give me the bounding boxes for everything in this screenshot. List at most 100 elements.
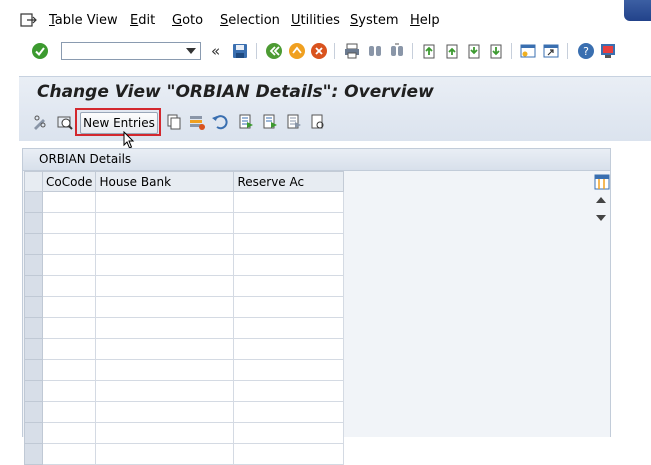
copy-as-icon[interactable] — [165, 113, 183, 131]
row-selector[interactable] — [24, 212, 43, 234]
next-page-icon[interactable] — [465, 42, 483, 60]
reserve-ac-cell[interactable] — [233, 317, 345, 339]
cocode-cell[interactable] — [41, 422, 97, 444]
column-header-reserve-ac[interactable]: Reserve Ac — [233, 171, 345, 192]
select-all-rows-cell[interactable] — [24, 171, 43, 192]
cocode-cell[interactable] — [41, 191, 97, 213]
last-page-icon[interactable] — [487, 42, 505, 60]
first-page-icon[interactable] — [420, 42, 438, 60]
cocode-cell[interactable] — [41, 275, 97, 297]
previous-page-icon[interactable] — [443, 42, 461, 60]
cocode-cell[interactable] — [41, 212, 97, 234]
deselect-all-icon[interactable] — [285, 113, 303, 131]
menu-table-view-label: able View — [54, 13, 118, 28]
row-selector[interactable] — [24, 317, 43, 339]
row-selector[interactable] — [24, 401, 43, 423]
cocode-cell[interactable] — [41, 233, 97, 255]
row-selector[interactable] — [24, 443, 43, 465]
cancel-icon[interactable] — [310, 42, 328, 60]
column-header-cocode[interactable]: CoCode — [41, 171, 97, 192]
row-selector[interactable] — [24, 380, 43, 402]
house-bank-cell[interactable] — [95, 296, 235, 318]
reserve-ac-cell[interactable] — [233, 191, 345, 213]
cocode-cell[interactable] — [41, 254, 97, 276]
find-icon[interactable] — [366, 42, 384, 60]
row-selector[interactable] — [24, 296, 43, 318]
reserve-ac-cell[interactable] — [233, 401, 345, 423]
collapse-toolbar-button[interactable]: « — [211, 42, 220, 60]
column-header-house-bank[interactable]: House Bank — [95, 171, 235, 192]
reserve-ac-cell[interactable] — [233, 212, 345, 234]
chevron-down-icon[interactable] — [186, 47, 196, 55]
menu-edit[interactable]: Edit — [130, 13, 155, 28]
row-selector[interactable] — [24, 254, 43, 276]
table-settings-icon[interactable] — [594, 174, 610, 190]
undo-change-icon[interactable] — [211, 113, 229, 131]
save-icon[interactable] — [231, 42, 249, 60]
house-bank-cell[interactable] — [95, 317, 235, 339]
row-selector[interactable] — [24, 338, 43, 360]
row-selector[interactable] — [24, 191, 43, 213]
reserve-ac-cell[interactable] — [233, 443, 345, 465]
back-icon[interactable] — [265, 42, 283, 60]
display-change-icon[interactable] — [31, 113, 49, 131]
house-bank-cell[interactable] — [95, 212, 235, 234]
house-bank-cell[interactable] — [95, 275, 235, 297]
table-row — [24, 275, 345, 297]
select-block-icon[interactable] — [261, 113, 279, 131]
cocode-cell[interactable] — [41, 317, 97, 339]
cocode-cell[interactable] — [41, 359, 97, 381]
menu-selection[interactable]: Selection — [220, 13, 280, 28]
house-bank-cell[interactable] — [95, 380, 235, 402]
reserve-ac-cell[interactable] — [233, 338, 345, 360]
reserve-ac-cell[interactable] — [233, 275, 345, 297]
reserve-ac-cell[interactable] — [233, 380, 345, 402]
cocode-cell[interactable] — [41, 401, 97, 423]
new-entries-button[interactable]: New Entries — [80, 112, 158, 134]
menu-goto[interactable]: Goto — [172, 13, 203, 28]
cocode-cell[interactable] — [41, 296, 97, 318]
row-selector[interactable] — [24, 422, 43, 444]
select-all-icon[interactable] — [237, 113, 255, 131]
row-selector[interactable] — [24, 233, 43, 255]
new-session-icon[interactable] — [519, 42, 537, 60]
exit-icon[interactable] — [288, 42, 306, 60]
house-bank-cell[interactable] — [95, 422, 235, 444]
delete-icon[interactable] — [188, 113, 206, 131]
menu-help[interactable]: Help — [410, 13, 440, 28]
display-icon[interactable] — [56, 113, 74, 131]
house-bank-cell[interactable] — [95, 401, 235, 423]
reserve-ac-cell[interactable] — [233, 254, 345, 276]
scroll-up-icon[interactable] — [596, 196, 606, 203]
house-bank-cell[interactable] — [95, 443, 235, 465]
row-selector[interactable] — [24, 359, 43, 381]
menu-utilities[interactable]: Utilities — [291, 13, 340, 28]
reserve-ac-cell[interactable] — [233, 296, 345, 318]
window-control[interactable] — [624, 0, 651, 21]
print-icon[interactable] — [343, 42, 361, 60]
cocode-cell[interactable] — [41, 380, 97, 402]
house-bank-cell[interactable] — [95, 338, 235, 360]
reserve-ac-cell[interactable] — [233, 359, 345, 381]
cocode-cell[interactable] — [41, 338, 97, 360]
table-scroll-column — [591, 171, 611, 438]
scroll-down-icon[interactable] — [596, 215, 606, 222]
house-bank-cell[interactable] — [95, 359, 235, 381]
house-bank-cell[interactable] — [95, 191, 235, 213]
find-next-icon[interactable] — [388, 42, 406, 60]
customize-layout-icon[interactable] — [599, 42, 617, 60]
reserve-ac-cell[interactable] — [233, 233, 345, 255]
row-selector[interactable] — [24, 275, 43, 297]
menu-exit-icon[interactable] — [19, 11, 37, 29]
help-icon[interactable]: ? — [577, 42, 595, 60]
shortcut-icon[interactable] — [542, 42, 560, 60]
print-view-icon[interactable] — [309, 113, 327, 131]
menu-system[interactable]: System — [350, 13, 399, 28]
cocode-cell[interactable] — [41, 443, 97, 465]
reserve-ac-cell[interactable] — [233, 422, 345, 444]
menu-table-view[interactable]: Table View — [49, 13, 118, 28]
house-bank-cell[interactable] — [95, 254, 235, 276]
enter-check-icon[interactable] — [31, 42, 49, 60]
command-field[interactable] — [61, 42, 201, 60]
house-bank-cell[interactable] — [95, 233, 235, 255]
